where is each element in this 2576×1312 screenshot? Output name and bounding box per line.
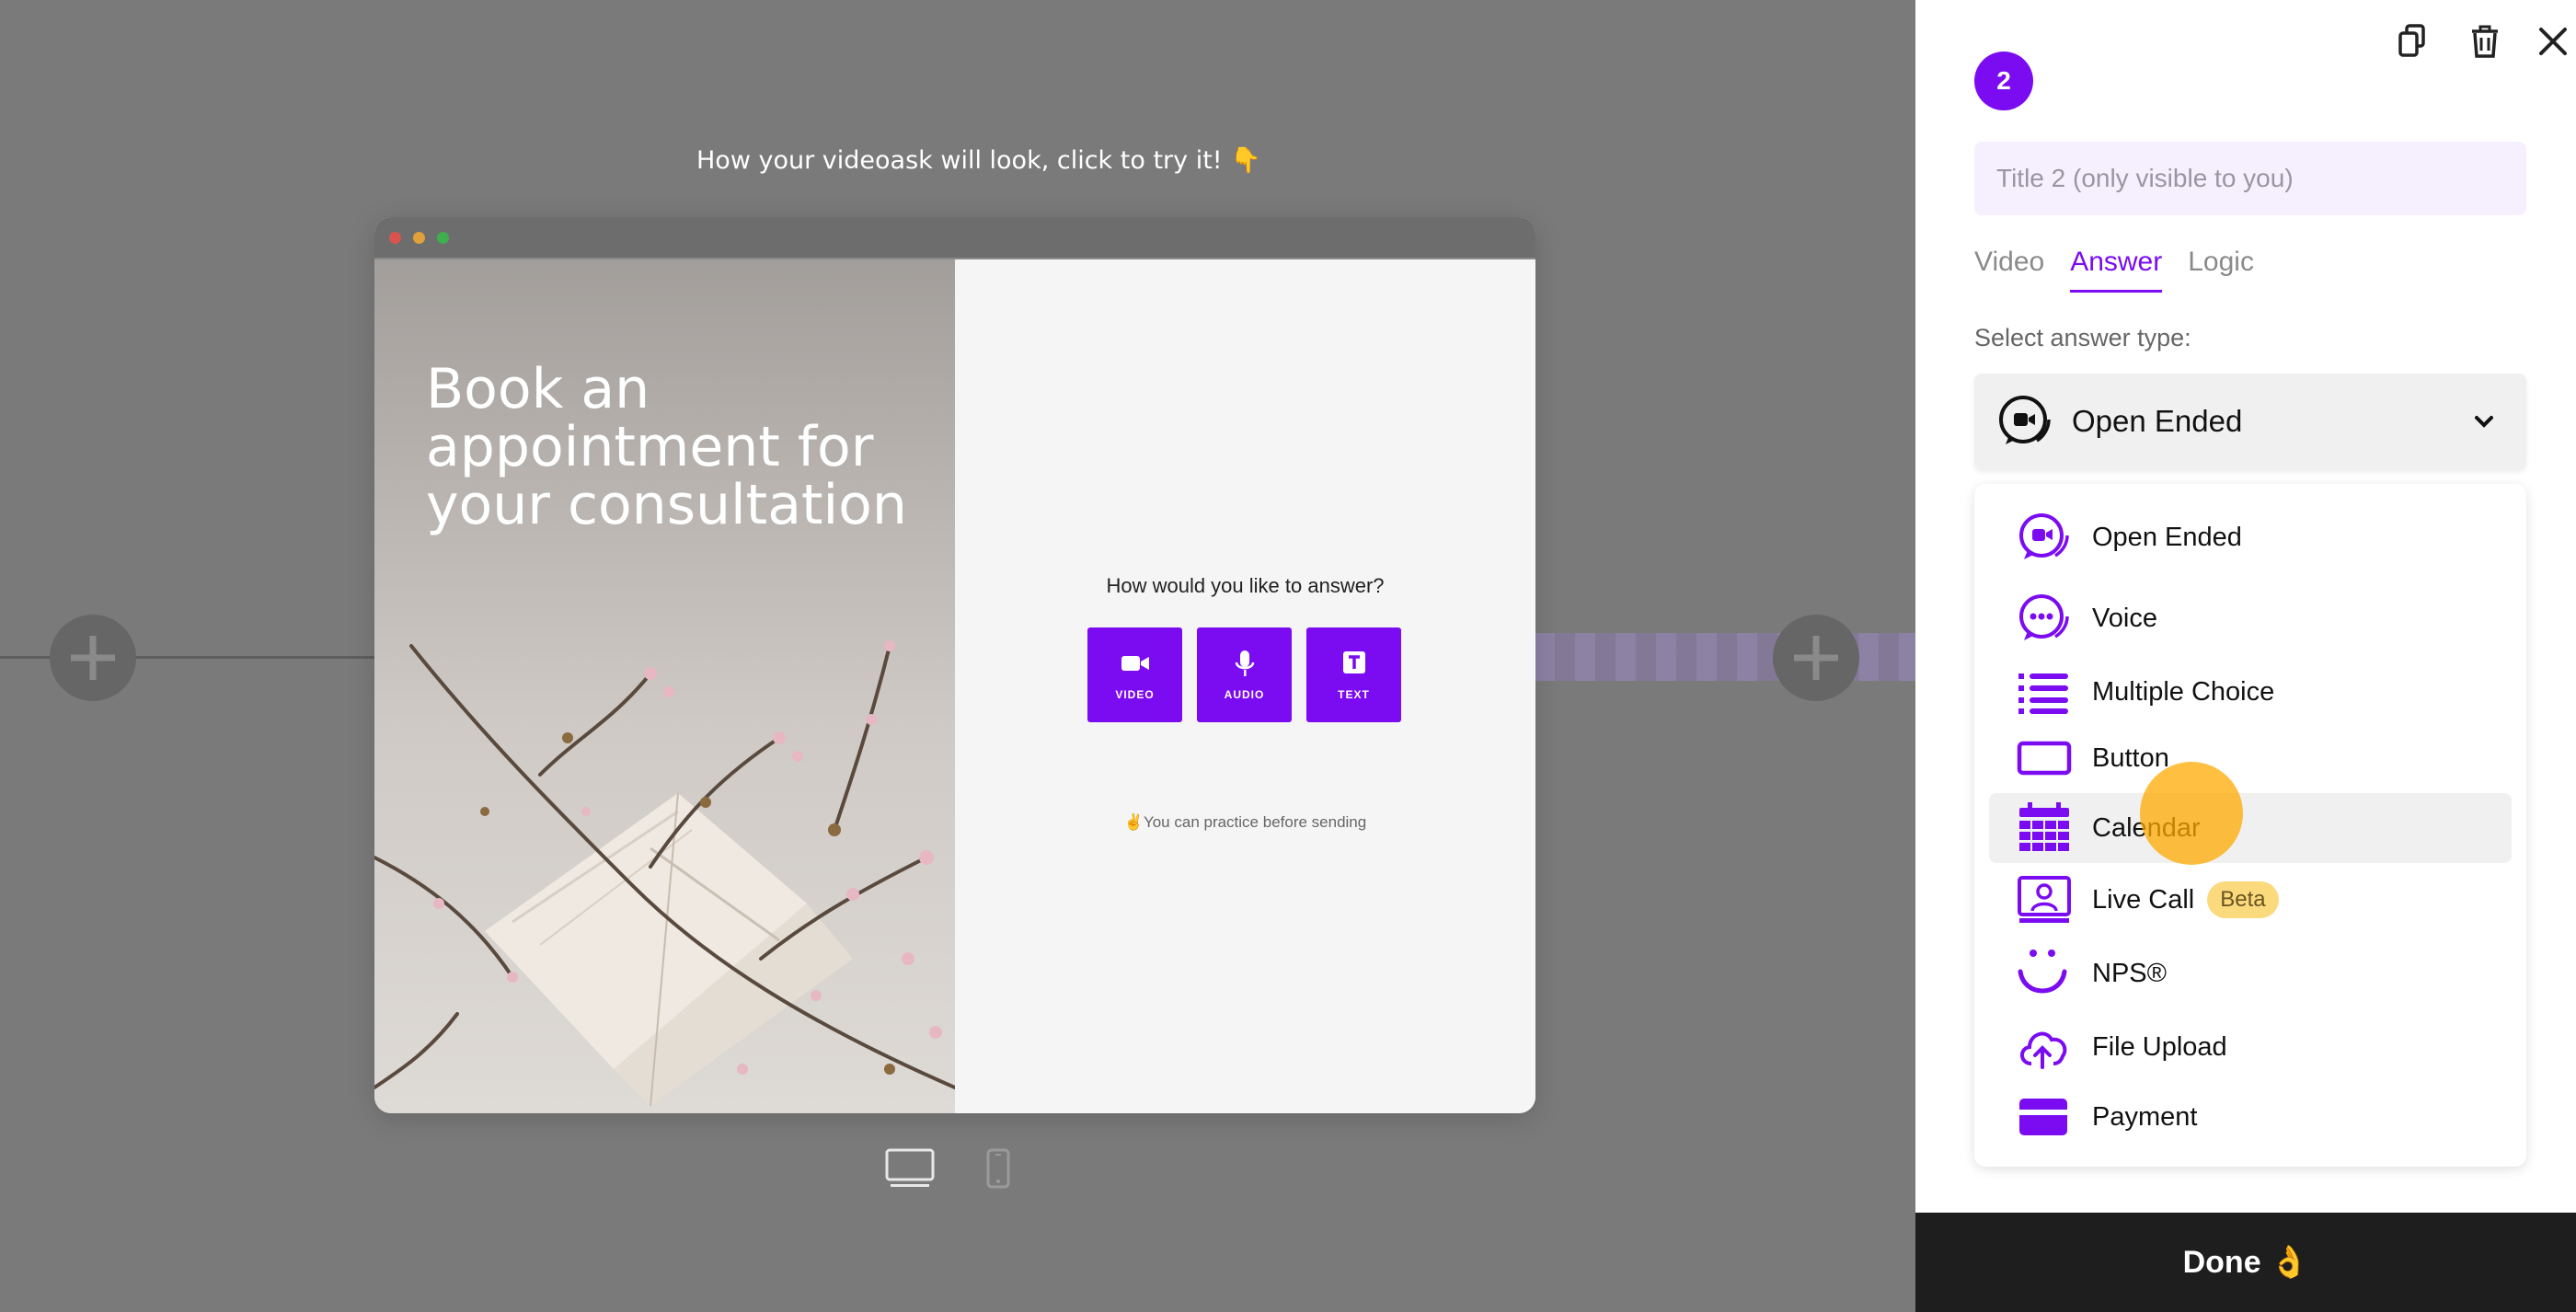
chevron-down-icon (2475, 416, 2493, 428)
option-nps[interactable]: NPS® (1989, 938, 2512, 1008)
add-step-before-button[interactable] (50, 615, 136, 701)
close-icon[interactable] (2532, 20, 2574, 63)
video-headline: Book an appointment for your consultatio… (426, 357, 907, 537)
minimize-dot-icon (413, 232, 425, 244)
answer-options: VIDEO AUDIO TEXT (1087, 627, 1401, 722)
button-icon (2017, 741, 2072, 776)
preview-hint: How your videoask will look, click to tr… (696, 146, 1261, 175)
step-number-badge: 2 (1974, 52, 2033, 110)
beta-badge: Beta (2207, 881, 2279, 918)
upload-icon (2020, 1031, 2067, 1069)
option-label: File Upload (2092, 1031, 2227, 1062)
option-label: NPS® (2092, 958, 2167, 988)
video-camera-icon (1121, 655, 1149, 671)
preview-window[interactable]: Book an appointment for your consultatio… (374, 217, 1535, 1113)
option-label: Open Ended (2092, 522, 2242, 552)
open-ended-icon (2019, 513, 2069, 559)
add-step-after-button[interactable] (1773, 615, 1859, 701)
option-open-ended[interactable]: Open Ended (1989, 502, 2512, 572)
open-ended-icon (1999, 396, 2051, 444)
voice-icon (2019, 594, 2069, 640)
selected-answer-type: Open Ended (2072, 404, 2243, 438)
calendar-icon (2019, 802, 2069, 851)
option-label: Voice (2092, 603, 2157, 633)
option-label: Button (2092, 742, 2169, 773)
microphone-icon (1235, 650, 1254, 676)
text-icon (1342, 650, 1365, 673)
option-voice[interactable]: Voice (1989, 583, 2512, 653)
option-button[interactable]: Button (1989, 723, 2512, 793)
audio-answer-button[interactable]: AUDIO (1197, 627, 1292, 722)
list-icon (2018, 673, 2068, 714)
option-file-upload[interactable]: File Upload (1989, 1012, 2512, 1082)
option-label: Live Call (2092, 884, 2195, 915)
practice-note: ✌You can practice before sending (1123, 813, 1367, 831)
close-dot-icon (389, 232, 401, 244)
answer-type-select[interactable]: Open Ended (1974, 374, 2526, 469)
text-answer-label: TEXT (1338, 687, 1370, 701)
option-payment[interactable]: Payment (1989, 1082, 2512, 1152)
video-answer-label: VIDEO (1115, 687, 1155, 701)
step-tabs: Video Answer Logic (1974, 247, 2254, 293)
tab-logic[interactable]: Logic (2188, 247, 2254, 293)
tab-video[interactable]: Video (1974, 247, 2044, 293)
done-button[interactable]: Done 👌 (1915, 1213, 2576, 1312)
option-label: Multiple Choice (2092, 676, 2275, 707)
option-multiple-choice[interactable]: Multiple Choice (1989, 657, 2512, 727)
text-answer-button[interactable]: TEXT (1306, 627, 1401, 722)
maximize-dot-icon (437, 232, 449, 244)
answer-question: How would you like to answer? (1106, 574, 1385, 597)
option-live-call[interactable]: Live Call Beta (1989, 865, 2512, 935)
video-answer-button[interactable]: VIDEO (1087, 627, 1182, 722)
tab-answer[interactable]: Answer (2070, 247, 2163, 293)
option-label: Payment (2092, 1101, 2198, 1132)
video-pane[interactable]: Book an appointment for your consultatio… (374, 259, 955, 1113)
live-call-icon (2018, 876, 2071, 923)
audio-answer-label: AUDIO (1224, 687, 1265, 701)
mobile-icon[interactable] (986, 1148, 1010, 1189)
answer-type-label: Select answer type: (1974, 324, 2191, 351)
duplicate-icon[interactable] (2392, 20, 2434, 63)
flow-canvas: How your videoask will look, click to tr… (0, 0, 1915, 1312)
answer-type-dropdown: Open Ended Voice Multiple Choice Button … (1974, 484, 2526, 1167)
browser-bar (374, 217, 1535, 259)
payment-icon (2019, 1099, 2067, 1135)
panel-toolbar (2392, 20, 2576, 66)
step-title-input[interactable] (1974, 142, 2526, 215)
answer-pane: How would you like to answer? VIDEO AUDI… (955, 259, 1535, 1113)
trash-icon[interactable] (2464, 20, 2506, 63)
option-calendar[interactable]: Calendar (1989, 793, 2512, 863)
smile-icon (2018, 949, 2067, 994)
step-settings-panel: 2 Video Answer Logic Select answer type:… (1915, 0, 2576, 1312)
click-indicator (2140, 762, 2243, 865)
desktop-icon[interactable] (885, 1148, 935, 1189)
